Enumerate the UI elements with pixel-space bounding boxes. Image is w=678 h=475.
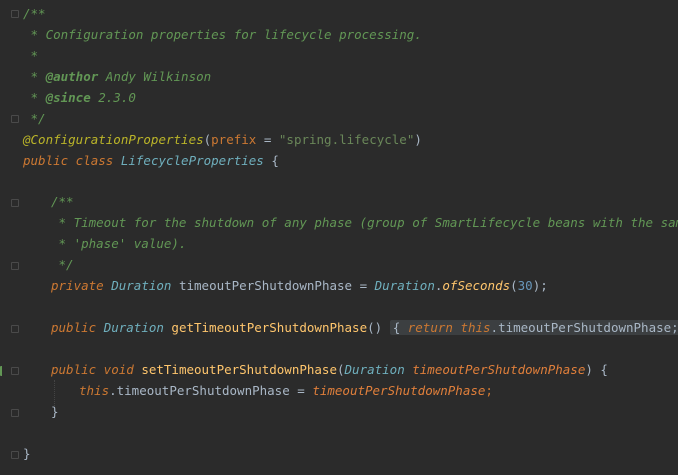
code-line-2: * Configuration properties for lifecycle…: [23, 25, 678, 46]
fold-marker-icon[interactable]: [11, 325, 19, 333]
code-line-1: /**: [23, 4, 678, 25]
code-line-4: * @author Andy Wilkinson: [23, 67, 678, 88]
keyword: this: [79, 382, 110, 398]
field-name: timeoutPerShutdownPhase: [171, 278, 353, 294]
type-name: Duration: [111, 278, 172, 294]
keyword: public: [23, 152, 69, 168]
paren: (): [367, 320, 390, 336]
code-line-19: this.timeoutPerShutdownPhase = timeoutPe…: [23, 381, 678, 402]
code-line-18: public void setTimeoutPerShutdownPhase(D…: [23, 360, 678, 381]
doc-value: 2.3.0: [90, 89, 136, 105]
code-line-13: */: [23, 255, 678, 276]
doc-comment: /**: [51, 194, 74, 210]
operator: =: [256, 131, 279, 147]
doc-tag: @author: [45, 68, 99, 84]
doc-comment: */: [51, 257, 74, 273]
class-name: LifecycleProperties: [120, 152, 264, 168]
type-name: Duration: [344, 361, 405, 377]
paren: (: [510, 278, 518, 294]
code-line-10: /**: [23, 192, 678, 213]
brace: }: [51, 403, 59, 419]
method-name: setTimeoutPerShutdownPhase: [141, 361, 337, 377]
doc-comment: *: [23, 89, 46, 105]
code-line-7: @ConfigurationProperties(prefix = "sprin…: [23, 130, 678, 151]
operator: =: [352, 278, 375, 294]
fold-marker-icon[interactable]: [11, 409, 19, 417]
keyword: public: [51, 320, 104, 336]
keyword: this: [460, 320, 491, 336]
code-line-20: }: [23, 402, 678, 423]
code-line-14: private Duration timeoutPerShutdownPhase…: [23, 276, 678, 297]
doc-value: Andy Wilkinson: [98, 68, 212, 84]
doc-comment: *: [23, 47, 39, 63]
doc-tag: @since: [45, 89, 91, 105]
doc-comment: *: [23, 68, 46, 84]
annotation-attribute: prefix: [211, 131, 257, 147]
code-line-22: }: [23, 444, 678, 465]
keyword: class: [68, 152, 121, 168]
fold-marker-icon[interactable]: [11, 451, 19, 459]
folded-region[interactable]: { return this.timeoutPerShutdownPhase; }: [389, 320, 678, 336]
semicolon: ;: [485, 382, 493, 398]
brace: }: [23, 445, 31, 461]
doc-comment: /**: [23, 6, 46, 21]
doc-comment: * Timeout for the shutdown of any phase …: [51, 215, 678, 231]
paren: ): [414, 131, 422, 147]
brace: {: [263, 152, 279, 168]
paren: (: [336, 361, 345, 377]
type-name: Duration: [103, 320, 164, 336]
editor-gutter: [0, 0, 20, 475]
fold-marker-icon[interactable]: [11, 367, 19, 375]
annotation: @ConfigurationProperties: [23, 131, 204, 147]
code-editor[interactable]: /** * Configuration properties for lifec…: [23, 4, 678, 465]
code-line-8: public class LifecycleProperties {: [23, 151, 678, 172]
number-literal: 30: [517, 278, 533, 294]
paren: );: [532, 278, 548, 294]
field-name: .timeoutPerShutdownPhase =: [109, 382, 313, 398]
code-line-11: * Timeout for the shutdown of any phase …: [23, 213, 678, 234]
code-line-12: * 'phase' value).: [23, 234, 678, 255]
code-line-16: public Duration getTimeoutPerShutdownPha…: [23, 318, 678, 339]
doc-comment: */: [23, 110, 46, 126]
fold-marker-icon[interactable]: [11, 199, 19, 207]
override-marker-icon[interactable]: [0, 366, 8, 376]
method-call: ofSeconds: [442, 278, 511, 294]
doc-comment: * Configuration properties for lifecycle…: [23, 26, 422, 42]
parameter-name: timeoutPerShutdownPhase: [404, 361, 586, 377]
fold-marker-icon[interactable]: [11, 262, 19, 270]
class-name: Duration: [374, 278, 435, 294]
fold-marker-icon[interactable]: [11, 10, 19, 18]
method-name: getTimeoutPerShutdownPhase: [163, 320, 368, 336]
string-literal: "spring.lifecycle": [278, 131, 415, 147]
parameter-name: timeoutPerShutdownPhase: [312, 382, 486, 398]
field-name: .timeoutPerShutdownPhase;: [490, 320, 678, 336]
code-line-6: */: [23, 109, 678, 130]
doc-comment: * 'phase' value).: [51, 236, 187, 252]
keyword: public void: [51, 361, 142, 377]
fold-marker-icon[interactable]: [11, 115, 19, 123]
paren: ) {: [585, 361, 608, 377]
code-line-3: *: [23, 46, 678, 67]
code-line-5: * @since 2.3.0: [23, 88, 678, 109]
keyword: private: [51, 278, 112, 294]
keyword: return: [400, 320, 461, 336]
